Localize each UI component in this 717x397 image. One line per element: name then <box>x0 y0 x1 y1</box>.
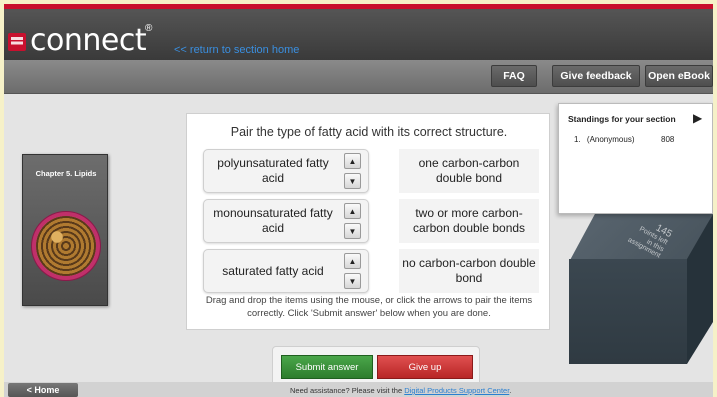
standings-name: (Anonymous) <box>586 135 635 144</box>
assistance-text: Need assistance? Please visit the Digita… <box>290 386 511 395</box>
standings-panel: Standings for your section ▶ 1. (Anonymo… <box>558 103 713 214</box>
return-to-section-link[interactable]: << return to section home <box>174 44 299 56</box>
assistance-end: . <box>509 386 512 395</box>
structure-target: one carbon-carbon double bond <box>399 149 539 193</box>
registered-mark: ® <box>145 23 153 34</box>
support-center-link[interactable]: Digital Products Support Center <box>404 386 509 395</box>
matching-panel: Pair the type of fatty acid with its cor… <box>186 113 550 330</box>
standings-score: 808 <box>661 135 675 144</box>
item-label: monounsaturated fatty acid <box>213 206 333 235</box>
move-down-arrow-icon[interactable]: ▼ <box>344 173 361 189</box>
points-box-front <box>569 259 687 364</box>
open-ebook-button[interactable]: Open eBook <box>645 65 713 87</box>
draggable-item[interactable]: saturated fatty acid ▲ ▼ <box>203 249 369 293</box>
connect-logo: connect <box>30 23 147 58</box>
question-prompt: Pair the type of fatty acid with its cor… <box>230 125 508 139</box>
assistance-label: Need assistance? Please visit the <box>290 386 405 395</box>
move-down-arrow-icon[interactable]: ▼ <box>344 223 361 239</box>
item-label: polyunsaturated fatty acid <box>217 156 329 185</box>
draggable-item[interactable]: polyunsaturated fatty acid ▲ ▼ <box>203 149 369 193</box>
structure-target: no carbon-carbon double bond <box>399 249 539 293</box>
give-up-button[interactable]: Give up <box>377 355 473 379</box>
toolbar: FAQ Give feedback Open eBook <box>4 60 713 94</box>
item-label: saturated fatty acid <box>222 263 324 278</box>
action-bar: Submit answer Give up <box>272 346 480 386</box>
standings-rank: 1. <box>574 135 581 144</box>
chapter-title: Chapter 5. Lipids <box>35 169 97 178</box>
standings-title: Standings for your section <box>568 114 676 124</box>
submit-answer-button[interactable]: Submit answer <box>281 355 373 379</box>
header: connect ® << return to section home <box>4 4 713 60</box>
draggable-item[interactable]: monounsaturated fatty acid ▲ ▼ <box>203 199 369 243</box>
app-frame: connect ® << return to section home FAQ … <box>4 4 713 397</box>
chapter-card[interactable]: Chapter 5. Lipids <box>22 154 108 306</box>
move-up-arrow-icon[interactable]: ▲ <box>344 153 361 169</box>
faq-button[interactable]: FAQ <box>491 65 537 87</box>
mcgraw-hill-logo-icon <box>8 33 26 51</box>
structure-target: two or more carbon-carbon double bonds <box>399 199 539 243</box>
lipid-molecule-icon <box>36 216 96 276</box>
move-up-arrow-icon[interactable]: ▲ <box>344 203 361 219</box>
move-down-arrow-icon[interactable]: ▼ <box>344 273 361 289</box>
home-button[interactable]: < Home <box>8 383 78 397</box>
give-feedback-button[interactable]: Give feedback <box>552 65 640 87</box>
standings-row: 1. (Anonymous) 808 <box>574 135 694 144</box>
instructions-text: Drag and drop the items using the mouse,… <box>205 295 533 319</box>
chapter-image <box>29 201 103 291</box>
move-up-arrow-icon[interactable]: ▲ <box>344 253 361 269</box>
expand-arrow-icon[interactable]: ▶ <box>693 111 702 125</box>
